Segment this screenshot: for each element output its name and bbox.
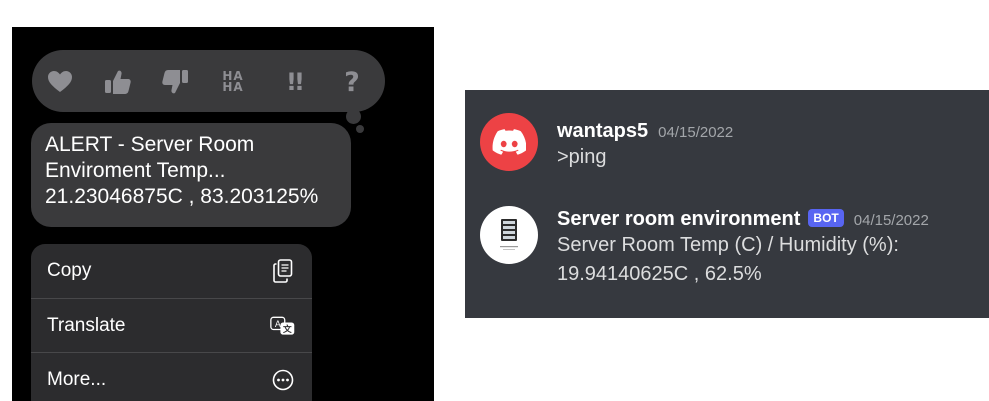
menu-item-copy[interactable]: Copy [31, 244, 312, 298]
menu-item-label: Translate [47, 314, 126, 336]
menu-item-translate[interactable]: Translate A 文 [31, 298, 312, 352]
heart-icon [48, 71, 72, 92]
question-icon: ? [344, 66, 360, 98]
timestamp: 04/15/2022 [658, 124, 734, 141]
ios-message-panel: HA HA !! ? ALERT - Server Room Enviromen… [12, 27, 434, 401]
svg-text:文: 文 [282, 323, 292, 335]
copy-icon [270, 258, 296, 284]
menu-item-more[interactable]: More... [31, 352, 312, 401]
alert-line-1: ALERT - Server Room [45, 133, 255, 156]
message-text: >ping [557, 146, 607, 168]
menu-item-label: Copy [47, 260, 92, 281]
server-rack-icon [500, 219, 518, 250]
alert-line-2: Enviroment Temp... [45, 159, 226, 182]
bot-avatar[interactable] [480, 206, 538, 264]
discord-logo-icon [492, 129, 526, 155]
chat-message: wantaps5 04/15/2022 >ping [557, 120, 733, 172]
message-text-line-2: 19.94140625C , 62.5% [557, 263, 762, 285]
svg-text:A: A [275, 319, 281, 329]
menu-item-label: More... [47, 368, 107, 390]
user-avatar[interactable] [480, 113, 538, 171]
tapback-haha-button[interactable]: HA HA [217, 67, 249, 97]
message-header: wantaps5 04/15/2022 [557, 120, 733, 143]
username[interactable]: wantaps5 [557, 120, 648, 143]
alert-line-3: 21.23046875C , 83.203125% [45, 185, 319, 208]
context-menu: Copy Translate A 文 More... [31, 244, 312, 401]
chat-message: Server room environment BOT 04/15/2022 S… [557, 208, 929, 289]
message-header: Server room environment BOT 04/15/2022 [557, 208, 929, 231]
discord-chat-panel: wantaps5 04/15/2022 >ping Server room en… [465, 90, 989, 318]
bot-badge: BOT [808, 209, 844, 227]
tapback-question-button[interactable]: ? [336, 66, 368, 98]
thumbs-up-icon [105, 70, 131, 94]
haha-label-bottom: HA [222, 80, 244, 94]
tapback-bar-tail [346, 109, 361, 124]
timestamp: 04/15/2022 [853, 212, 929, 229]
tapback-emphasize-button[interactable]: !! [278, 67, 310, 97]
translate-icon: A 文 [270, 313, 296, 339]
username[interactable]: Server room environment [557, 208, 800, 231]
tapback-thumbs-up-button[interactable] [102, 67, 134, 97]
tapback-bar [32, 50, 385, 112]
alert-message-bubble[interactable]: ALERT - Server Room Enviroment Temp... 2… [31, 123, 351, 227]
tapback-bar-tail-dot [356, 125, 364, 133]
message-text-line-1: Server Room Temp (C) / Humidity (%): [557, 234, 899, 256]
thumbs-down-icon [162, 70, 188, 94]
tapback-thumbs-down-button[interactable] [159, 67, 191, 97]
haha-icon: HA HA [222, 70, 244, 94]
more-icon [270, 367, 296, 393]
emphasize-icon: !! [286, 68, 305, 96]
tapback-heart-button[interactable] [44, 67, 76, 97]
